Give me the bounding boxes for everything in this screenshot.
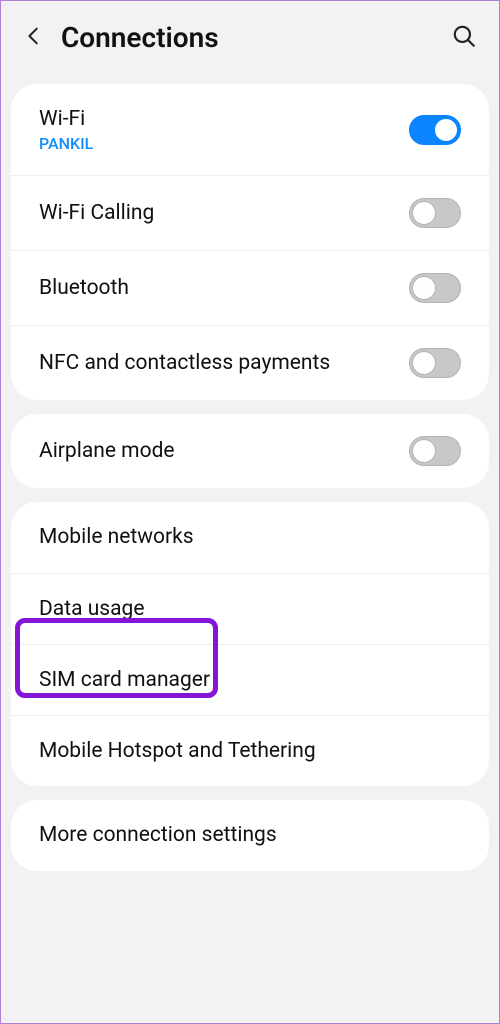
wifi-label: Wi-Fi: [39, 106, 409, 132]
search-icon[interactable]: [451, 23, 477, 53]
nfc-label: NFC and contactless payments: [39, 350, 409, 376]
airplane-mode-label: Airplane mode: [39, 438, 409, 464]
bluetooth-label: Bluetooth: [39, 275, 409, 301]
nfc-toggle[interactable]: [409, 348, 461, 378]
nfc-row[interactable]: NFC and contactless payments: [11, 326, 489, 400]
back-icon[interactable]: [23, 25, 45, 51]
data-usage-label: Data usage: [39, 596, 461, 622]
bluetooth-toggle[interactable]: [409, 273, 461, 303]
mobile-networks-row[interactable]: Mobile networks: [11, 502, 489, 573]
hotspot-tethering-label: Mobile Hotspot and Tethering: [39, 738, 461, 764]
connections-group-4: More connection settings: [11, 800, 489, 870]
hotspot-tethering-row[interactable]: Mobile Hotspot and Tethering: [11, 716, 489, 786]
bluetooth-row[interactable]: Bluetooth: [11, 251, 489, 326]
data-usage-row[interactable]: Data usage: [11, 574, 489, 645]
wifi-calling-toggle[interactable]: [409, 198, 461, 228]
wifi-network: PANKIL: [39, 134, 409, 153]
wifi-calling-row[interactable]: Wi-Fi Calling: [11, 176, 489, 251]
more-connection-settings-row[interactable]: More connection settings: [11, 800, 489, 870]
airplane-mode-row[interactable]: Airplane mode: [11, 414, 489, 488]
connections-group-3: Mobile networks Data usage SIM card mana…: [11, 502, 489, 786]
wifi-toggle[interactable]: [409, 115, 461, 145]
sim-card-manager-row[interactable]: SIM card manager: [11, 645, 489, 716]
more-connection-settings-label: More connection settings: [39, 822, 461, 848]
header: Connections: [1, 1, 499, 70]
sim-card-manager-label: SIM card manager: [39, 667, 461, 693]
wifi-calling-label: Wi-Fi Calling: [39, 200, 409, 226]
connections-group-1: Wi-Fi PANKIL Wi-Fi Calling Bluetooth NFC…: [11, 84, 489, 400]
connections-group-2: Airplane mode: [11, 414, 489, 488]
wifi-row[interactable]: Wi-Fi PANKIL: [11, 84, 489, 176]
mobile-networks-label: Mobile networks: [39, 524, 461, 550]
page-title: Connections: [61, 21, 435, 54]
airplane-mode-toggle[interactable]: [409, 436, 461, 466]
